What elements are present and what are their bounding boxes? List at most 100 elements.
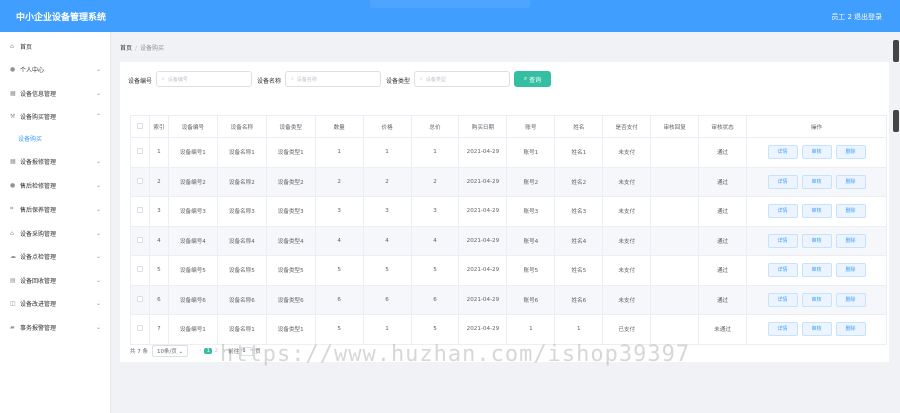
delete-button[interactable]: 删除 xyxy=(835,322,866,337)
sidebar-item-home[interactable]: ⌂ 首页 xyxy=(0,36,111,56)
page-1-button[interactable]: 1 xyxy=(204,348,213,354)
table-cell: 6 xyxy=(148,284,169,315)
table-cell: 2021-04-29 xyxy=(458,314,508,345)
row-select-cell[interactable] xyxy=(130,225,150,256)
sidebar-item-improvement[interactable]: ◫ 设备改进管理 ⌄ xyxy=(0,293,111,313)
table-cell xyxy=(650,196,700,227)
table-cell: 姓名4 xyxy=(554,225,604,256)
delete-button[interactable]: 删除 xyxy=(835,292,866,307)
table-cell: 设备类型6 xyxy=(265,284,316,315)
device-number-input[interactable]: ⌕ 设备编号 xyxy=(156,71,252,87)
device-name-input[interactable]: ⌕ 设备名称 xyxy=(285,71,381,87)
sidebar-item-after-sales-inspection[interactable]: ● 售后检修管理 ⌄ xyxy=(0,175,111,195)
sidebar-item-label: 事务报警管理 xyxy=(20,324,57,332)
detail-button[interactable]: 详情 xyxy=(767,322,798,337)
review-button[interactable]: 审核 xyxy=(801,204,832,219)
checkbox[interactable] xyxy=(136,325,143,332)
table-cell: 设备名称1 xyxy=(216,137,267,168)
table-cell: 账号5 xyxy=(506,255,556,286)
table-cell xyxy=(650,166,700,197)
sidebar-item-alarm[interactable]: ▰ 事务报警管理 ⌄ xyxy=(0,317,111,337)
header-select-all[interactable] xyxy=(130,115,150,138)
row-select-cell[interactable] xyxy=(130,166,150,197)
hammer-icon: ⚒ xyxy=(10,112,16,120)
table-row: 6 设备编号6 设备名称6 设备类型6 6 6 6 2021-04-29 账号6 姓名6 未支付 通过… xyxy=(130,284,887,315)
chevron-down-icon: ⌄ xyxy=(95,205,101,213)
delete-button[interactable]: 删除 xyxy=(835,233,866,248)
document-icon: ▤ xyxy=(10,276,16,284)
checkbox[interactable] xyxy=(136,148,143,155)
row-actions: 详情 审核 删除 xyxy=(746,225,887,256)
checkbox[interactable] xyxy=(136,295,143,302)
review-button[interactable]: 审核 xyxy=(801,233,832,248)
table-cell: 4 xyxy=(362,225,412,256)
table-cell: 设备名称3 xyxy=(216,196,267,227)
table-cell: 6 xyxy=(410,284,460,315)
detail-button[interactable]: 详情 xyxy=(767,292,798,307)
table-cell: 未支付 xyxy=(602,196,652,227)
detail-button[interactable]: 详情 xyxy=(767,233,798,248)
device-type-input[interactable]: ⌕ 设备类型 xyxy=(414,71,510,87)
checkbox[interactable] xyxy=(136,207,143,214)
sidebar-item-personal[interactable]: ● 个人中心 ⌄ xyxy=(0,59,111,79)
query-button[interactable]: ⌕ 查询 xyxy=(514,71,551,87)
sidebar-item-recycle[interactable]: ▤ 设备回收管理 ⌄ xyxy=(0,270,111,290)
sidebar-item-procurement[interactable]: ⌂ 设备采购管理 ⌄ xyxy=(0,223,111,243)
purchase-table: 索引 设备编号 设备名称 设备类型 数量 价格 总价 购买日期 账号 姓名 是否… xyxy=(130,115,887,345)
prev-page-button[interactable]: ‹ xyxy=(196,348,204,354)
table-cell: 2021-04-29 xyxy=(458,284,508,315)
breadcrumb-home[interactable]: 首页 xyxy=(120,45,132,52)
device-number-placeholder: 设备编号 xyxy=(167,76,188,83)
sidebar-item-repair[interactable]: ▦ 设备报修管理 ⌄ xyxy=(0,151,111,171)
review-button[interactable]: 审核 xyxy=(801,292,832,307)
top-ghost-bar xyxy=(370,0,530,8)
logout-link[interactable]: 退出登录 xyxy=(854,12,882,22)
detail-button[interactable]: 详情 xyxy=(767,145,798,160)
sidebar-item-device-info[interactable]: ▦ 设备信息管理 ⌄ xyxy=(0,83,111,103)
user-icon: ● xyxy=(10,181,16,189)
detail-button[interactable]: 详情 xyxy=(767,204,798,219)
sidebar-item-inspection[interactable]: ☁ 设备点检管理 ⌄ xyxy=(0,246,111,266)
table-cell: 5 xyxy=(314,255,364,286)
search-icon: ⌕ xyxy=(420,76,423,82)
table-cell: 设备类型2 xyxy=(265,166,316,197)
table-cell: 1 xyxy=(314,137,364,168)
detail-button[interactable]: 详情 xyxy=(767,263,798,278)
page-size-select[interactable]: 10条/页 ⌄ xyxy=(152,345,189,357)
delete-button[interactable]: 删除 xyxy=(835,174,866,189)
row-select-cell[interactable] xyxy=(130,314,150,345)
search-label-device-name: 设备名称 xyxy=(257,78,282,85)
sidebar-subitem-purchase[interactable]: 设备购买 xyxy=(0,128,111,148)
sidebar-item-device-purchase[interactable]: ⚒ 设备购买管理 ⌃ xyxy=(0,106,111,126)
delete-button[interactable]: 删除 xyxy=(835,145,866,160)
table-cell: 设备类型5 xyxy=(265,255,316,286)
header-cell: 设备名称 xyxy=(216,115,267,138)
row-select-cell[interactable] xyxy=(130,255,150,286)
table-cell: 未支付 xyxy=(602,225,652,256)
checkbox[interactable] xyxy=(136,236,143,243)
table-cell: 5 xyxy=(314,314,364,345)
sidebar-item-label: 设备采购管理 xyxy=(20,230,57,238)
table-cell: 姓名3 xyxy=(554,196,604,227)
table-cell: 5 xyxy=(410,255,460,286)
detail-button[interactable]: 详情 xyxy=(767,174,798,189)
row-select-cell[interactable] xyxy=(130,137,150,168)
scrollbar-thumb[interactable] xyxy=(893,110,899,132)
delete-button[interactable]: 删除 xyxy=(835,263,866,278)
table-cell: 未通过 xyxy=(698,314,748,345)
main-panel: 设备编号 ⌕ 设备编号 设备名称 ⌕ 设备名称 设备类型 ⌕ 设备类型 ⌕ 查询 索引… xyxy=(120,62,889,362)
checkbox[interactable] xyxy=(136,122,143,129)
sidebar-item-label: 设备点检管理 xyxy=(20,253,57,261)
checkbox[interactable] xyxy=(136,177,143,184)
review-button[interactable]: 审核 xyxy=(801,145,832,160)
row-select-cell[interactable] xyxy=(130,284,150,315)
scrollbar-thumb[interactable] xyxy=(893,40,899,62)
delete-button[interactable]: 删除 xyxy=(835,204,866,219)
checkbox[interactable] xyxy=(136,266,143,273)
review-button[interactable]: 审核 xyxy=(801,263,832,278)
row-select-cell[interactable] xyxy=(130,196,150,227)
review-button[interactable]: 审核 xyxy=(801,174,832,189)
review-button[interactable]: 审核 xyxy=(801,322,832,337)
sidebar-item-maintenance[interactable]: ⌗ 售后保养管理 ⌄ xyxy=(0,199,111,219)
app-title: 中小企业设备管理系统 xyxy=(16,13,107,23)
